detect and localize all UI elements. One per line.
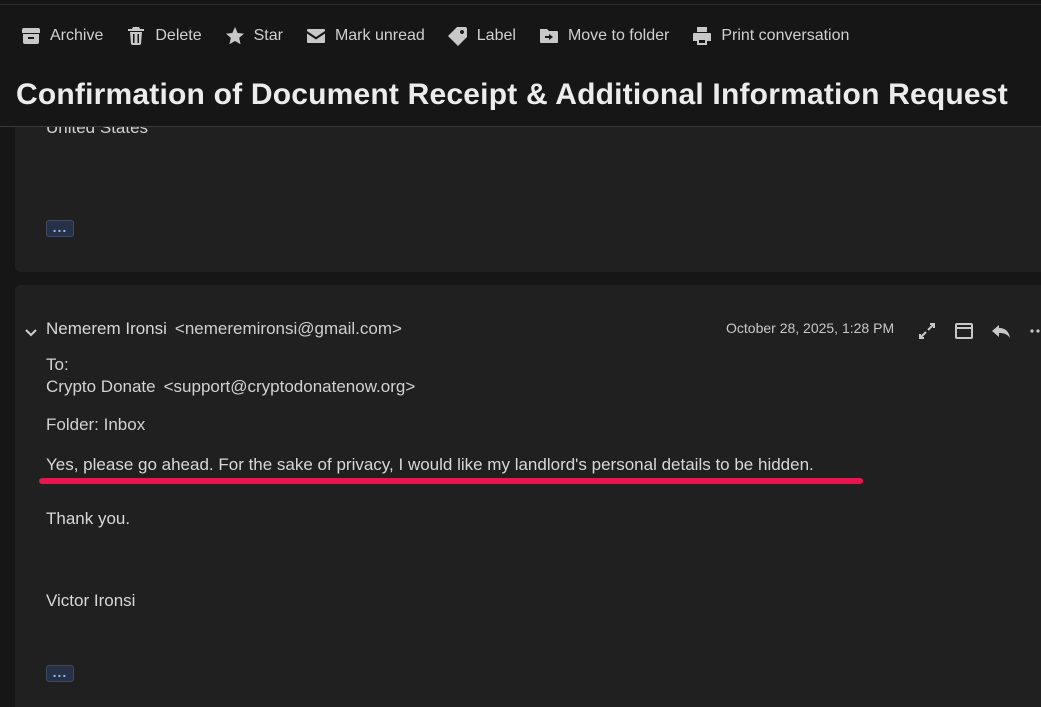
- trash-icon: [125, 25, 147, 47]
- email-app: Archive Delete Star Mark unread Label Mo…: [0, 0, 1041, 707]
- window-icon: [955, 323, 973, 339]
- message-signature: Victor Ironsi: [46, 591, 136, 610]
- delete-button[interactable]: Delete: [125, 18, 202, 54]
- recipient-name: Crypto Donate: [46, 377, 156, 396]
- label-button[interactable]: Label: [447, 18, 516, 54]
- print-conversation-label: Print conversation: [721, 27, 850, 44]
- move-to-folder-button[interactable]: Move to folder: [538, 18, 669, 54]
- expand-icon: [919, 323, 935, 339]
- sender-name: Nemerem Ironsi: [46, 319, 167, 338]
- tag-icon: [447, 25, 469, 47]
- previous-message-address: United States: [46, 127, 149, 137]
- expand-button[interactable]: [915, 319, 939, 343]
- recipient[interactable]: Crypto Donate <support@cryptodonatenow.or…: [46, 377, 415, 397]
- label-label: Label: [476, 27, 516, 44]
- recipient-email: <support@cryptodonatenow.org>: [163, 377, 416, 396]
- folder-move-icon: [538, 25, 560, 47]
- previous-message-card: United States ...: [15, 127, 1041, 272]
- archive-button[interactable]: Archive: [20, 18, 103, 54]
- message-card: Nemerem Ironsi <nemeremironsi@gmail.com> …: [15, 285, 1041, 707]
- open-in-window-button[interactable]: [952, 319, 976, 343]
- move-to-folder-label: Move to folder: [567, 27, 670, 44]
- star-label: Star: [253, 27, 283, 44]
- message-actions: [915, 319, 1041, 343]
- top-divider: [0, 4, 1041, 5]
- archive-icon: [20, 25, 42, 47]
- folder-info: Folder: Inbox: [46, 415, 146, 434]
- reply-button[interactable]: [989, 319, 1013, 343]
- toolbar: Archive Delete Star Mark unread Label Mo…: [0, 18, 871, 54]
- message-sender[interactable]: Nemerem Ironsi <nemeremironsi@gmail.com>: [46, 319, 402, 339]
- more-actions-button[interactable]: [1026, 319, 1041, 343]
- message-body-closing: Thank you.: [46, 509, 131, 528]
- message-body-line: Yes, please go ahead. For the sake of pr…: [46, 455, 814, 474]
- star-icon: [224, 25, 246, 47]
- archive-label: Archive: [50, 27, 104, 44]
- recipient-label: To:: [46, 355, 69, 374]
- delete-label: Delete: [155, 27, 202, 44]
- show-quoted-button[interactable]: ...: [46, 220, 74, 237]
- star-button[interactable]: Star: [224, 18, 283, 54]
- message-list[interactable]: United States ... Nemerem Ironsi <nemerem…: [0, 127, 1041, 707]
- ellipsis-icon: ...: [52, 218, 68, 235]
- conversation-subject: Confirmation of Document Receipt & Addit…: [16, 78, 1008, 111]
- highlight-underline: [39, 478, 863, 484]
- more-horizontal-icon: [1030, 329, 1040, 333]
- mark-unread-button[interactable]: Mark unread: [305, 18, 425, 54]
- print-conversation-button[interactable]: Print conversation: [691, 18, 849, 54]
- collapse-message-button[interactable]: [23, 324, 39, 340]
- reply-icon: [992, 325, 1010, 338]
- envelope-icon: [305, 25, 327, 47]
- mark-unread-label: Mark unread: [334, 27, 425, 44]
- ellipsis-icon: ...: [52, 663, 68, 680]
- chevron-down-icon: [25, 329, 37, 337]
- sender-email: <nemeremironsi@gmail.com>: [174, 319, 402, 338]
- show-quoted-button[interactable]: ...: [46, 665, 74, 682]
- subject-header: Confirmation of Document Receipt & Addit…: [0, 70, 1041, 127]
- message-date: October 28, 2025, 1:28 PM: [726, 320, 895, 336]
- printer-icon: [691, 25, 713, 47]
